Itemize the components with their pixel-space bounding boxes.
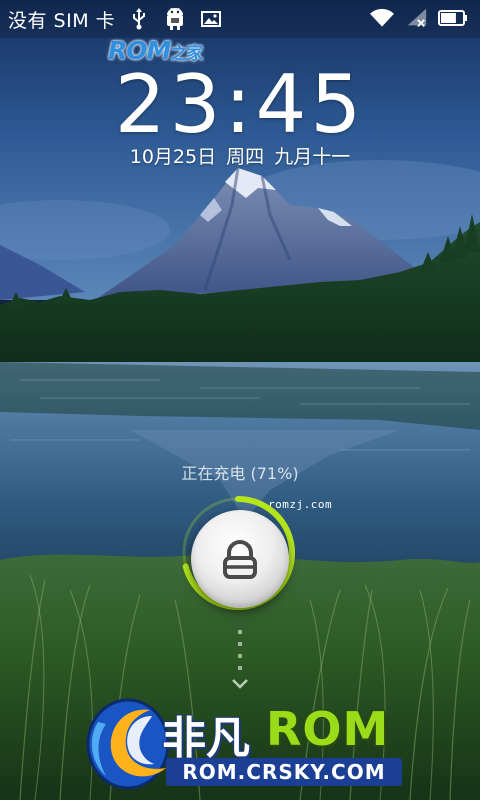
date-month-day: 10月25日 bbox=[129, 146, 217, 168]
android-debug-icon bbox=[163, 7, 187, 31]
signal-no-sim-icon bbox=[404, 6, 428, 30]
swipe-down-hint bbox=[232, 630, 248, 689]
chevron-down-icon bbox=[232, 679, 248, 689]
wifi-icon bbox=[370, 6, 394, 30]
crsky-logo-name-rom: ROM bbox=[266, 702, 390, 756]
lockscreen-clock: 23:45 bbox=[114, 58, 366, 151]
usb-icon bbox=[127, 7, 151, 31]
picture-icon bbox=[199, 7, 223, 31]
unlock-handle[interactable] bbox=[191, 510, 289, 608]
lockscreen-date: 10月25日 周四 九月十一 bbox=[0, 142, 480, 169]
carrier-label: 没有 SIM 卡 bbox=[8, 9, 116, 32]
date-weekday: 周四 bbox=[226, 146, 265, 168]
date-lunar: 九月十一 bbox=[274, 146, 351, 168]
status-bar: 没有 SIM 卡 bbox=[0, 0, 480, 38]
crsky-logo-name-cn: 非凡 bbox=[162, 713, 250, 764]
lock-icon bbox=[223, 540, 257, 579]
battery-icon bbox=[438, 6, 468, 30]
crsky-logo-url: ROM.CRSKY.COM bbox=[166, 758, 402, 786]
charging-status: 正在充电 (71%) bbox=[181, 464, 299, 483]
